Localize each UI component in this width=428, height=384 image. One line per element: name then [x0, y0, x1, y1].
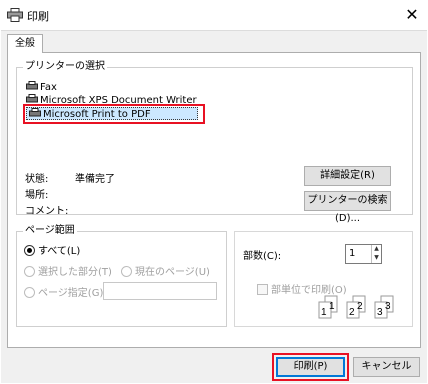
copies-group: 部数(C): 1 ▲ ▼ 部単位で印刷(O) 1 1 2 2 3 3 — [234, 231, 413, 327]
cancel-button[interactable]: キャンセル — [353, 357, 420, 377]
radio-page-range-label: ページ指定(G): — [38, 288, 107, 299]
general-tab-panel: プリンターの選択 Fax Microsoft XPS Document Writ… — [7, 52, 421, 348]
radio-selection-label: 選択した部分(T) — [38, 267, 112, 278]
spin-up-icon[interactable]: ▲ — [372, 245, 381, 254]
copies-label: 部数(C): — [243, 251, 282, 262]
print-highlight-box — [272, 353, 349, 381]
spin-down-icon[interactable]: ▼ — [372, 254, 381, 263]
close-icon: ✕ — [405, 5, 419, 24]
collate-page-number: 1 — [321, 307, 327, 318]
radio-current-page-label: 現在のページ(U) — [135, 267, 210, 278]
preferences-button[interactable]: 詳細設定(R) — [304, 166, 391, 186]
dialog-body: 全般 プリンターの選択 Fax Microsoft XPS Document W… — [1, 30, 427, 383]
status-label: 状態: — [25, 174, 49, 185]
tab-general[interactable]: 全般 — [7, 34, 43, 53]
radio-all-pages[interactable]: すべて(L) — [24, 242, 80, 257]
radio-all-label: すべて(L) — [38, 246, 81, 257]
fax-icon — [26, 81, 38, 90]
printer-icon — [26, 94, 38, 103]
close-button[interactable]: ✕ — [400, 4, 424, 26]
radio-selection[interactable]: 選択した部分(T) — [24, 263, 112, 278]
printer-icon — [7, 8, 23, 22]
window-title: 印刷 — [27, 10, 49, 23]
radio-button-icon — [24, 287, 35, 298]
checkbox-icon — [257, 284, 268, 295]
collate-page-number: 3 — [377, 307, 383, 318]
location-label: 場所: — [25, 190, 49, 201]
printer-item-label: Fax — [40, 82, 57, 93]
radio-button-icon — [24, 266, 35, 277]
printer-item-fax[interactable]: Fax — [26, 81, 57, 94]
radio-current-page[interactable]: 現在のページ(U) — [121, 263, 210, 278]
selection-highlight-box — [23, 104, 205, 124]
page-range-group: ページ範囲 すべて(L) 選択した部分(T) 現在のページ(U) ページ指定(G… — [16, 225, 227, 327]
collate-page-number: 2 — [357, 301, 363, 312]
spinner-arrows[interactable]: ▲ ▼ — [371, 245, 381, 263]
page-range-input[interactable] — [103, 282, 217, 300]
radio-button-icon — [121, 266, 132, 277]
collate-page-number: 2 — [349, 307, 355, 318]
collate-pages-icon: 1 1 2 2 3 3 — [318, 295, 394, 319]
collate-page-number: 1 — [329, 301, 335, 312]
printer-select-group: プリンターの選択 Fax Microsoft XPS Document Writ… — [16, 61, 413, 224]
title-bar: 印刷 ✕ — [0, 0, 428, 30]
find-printer-button[interactable]: プリンターの検索(D)... — [304, 191, 391, 224]
radio-page-range[interactable]: ページ指定(G): — [24, 284, 107, 299]
printer-group-title: プリンターの選択 — [23, 61, 107, 73]
copies-value: 1 — [349, 248, 356, 259]
status-value: 準備完了 — [75, 174, 115, 185]
collate-page-number: 3 — [385, 301, 391, 312]
copies-spinner[interactable]: 1 ▲ ▼ — [345, 244, 382, 264]
radio-button-icon — [24, 245, 35, 256]
page-range-title: ページ範囲 — [23, 225, 77, 237]
comment-label: コメント: — [25, 206, 69, 217]
